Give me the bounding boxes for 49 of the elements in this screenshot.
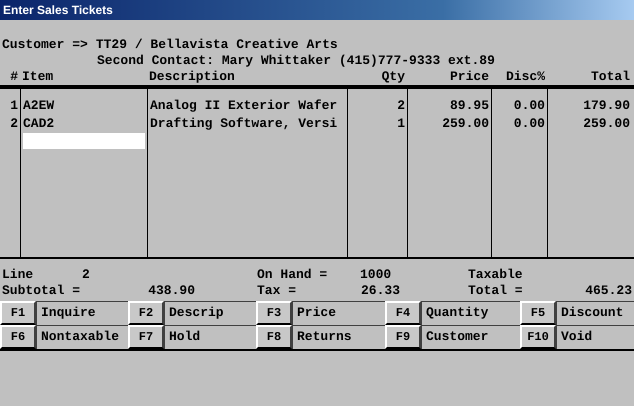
summary-label: Line <box>2 267 34 283</box>
table-cell-text: 179.90 <box>582 97 631 115</box>
function-key-button[interactable]: F10 <box>520 325 556 349</box>
table-cell-text: 1 <box>396 115 406 133</box>
window-title: Enter Sales Tickets <box>3 3 113 17</box>
table-cell-text: 259.00 <box>441 115 490 133</box>
table-cell-text: 0.00 <box>512 115 546 133</box>
summary-label: On Hand = <box>257 267 328 283</box>
function-key-button[interactable]: F1 <box>0 301 36 325</box>
summary-label: Taxable <box>468 267 524 283</box>
item-input-field[interactable] <box>23 133 145 149</box>
function-key-label: Void <box>556 325 634 349</box>
function-key-button[interactable]: F6 <box>0 325 36 349</box>
function-key-button[interactable]: F8 <box>256 325 292 349</box>
contact-text: Second Contact: Mary Whittaker (415)777-9333 ext.89 <box>97 53 495 68</box>
table-cell-text: 2 <box>9 115 19 133</box>
customer-label: Customer => <box>2 37 88 53</box>
table-cell-text: 2 <box>396 97 406 115</box>
function-key-button[interactable]: F7 <box>128 325 164 349</box>
function-key-button[interactable]: F4 <box>385 301 421 325</box>
table-cell-text: 259.00 <box>582 115 631 133</box>
summary-value: 465.23 <box>584 283 632 299</box>
column-header: Price <box>448 69 490 85</box>
table-cell-text: Drafting Software, Versi <box>149 115 338 133</box>
summary-label: Subtotal = <box>2 283 82 299</box>
function-key-button[interactable]: F9 <box>385 325 421 349</box>
table-cell-text: 89.95 <box>448 97 490 115</box>
table-cell-text: CAD2 <box>22 115 56 133</box>
column-header: Total <box>590 69 631 85</box>
function-key-button[interactable]: F3 <box>256 301 292 325</box>
summary-value: 1000 <box>360 267 392 283</box>
column-header: Qty <box>380 69 406 85</box>
column-header: Item <box>21 69 54 85</box>
summary-value: 26.33 <box>360 283 400 299</box>
summary-label: Tax = <box>257 283 298 299</box>
column-header: Description <box>148 69 236 85</box>
function-key-button[interactable]: F5 <box>520 301 556 325</box>
table-cell-text: 1 <box>9 97 19 115</box>
table-cell-text: A2EW <box>22 97 56 115</box>
function-key-button[interactable]: F2 <box>128 301 164 325</box>
summary-value: 2 <box>82 267 91 283</box>
table-cell-text: Analog II Exterior Wafer <box>149 97 338 115</box>
column-header: # <box>9 69 19 85</box>
summary-value: 438.90 <box>147 283 195 299</box>
function-key-label: Discount <box>556 301 634 325</box>
summary-label: Total = <box>468 283 524 299</box>
column-header: Disc% <box>504 69 546 85</box>
table-cell-text: 0.00 <box>512 97 546 115</box>
customer-value: TT29 / Bellavista Creative Arts <box>96 37 338 53</box>
